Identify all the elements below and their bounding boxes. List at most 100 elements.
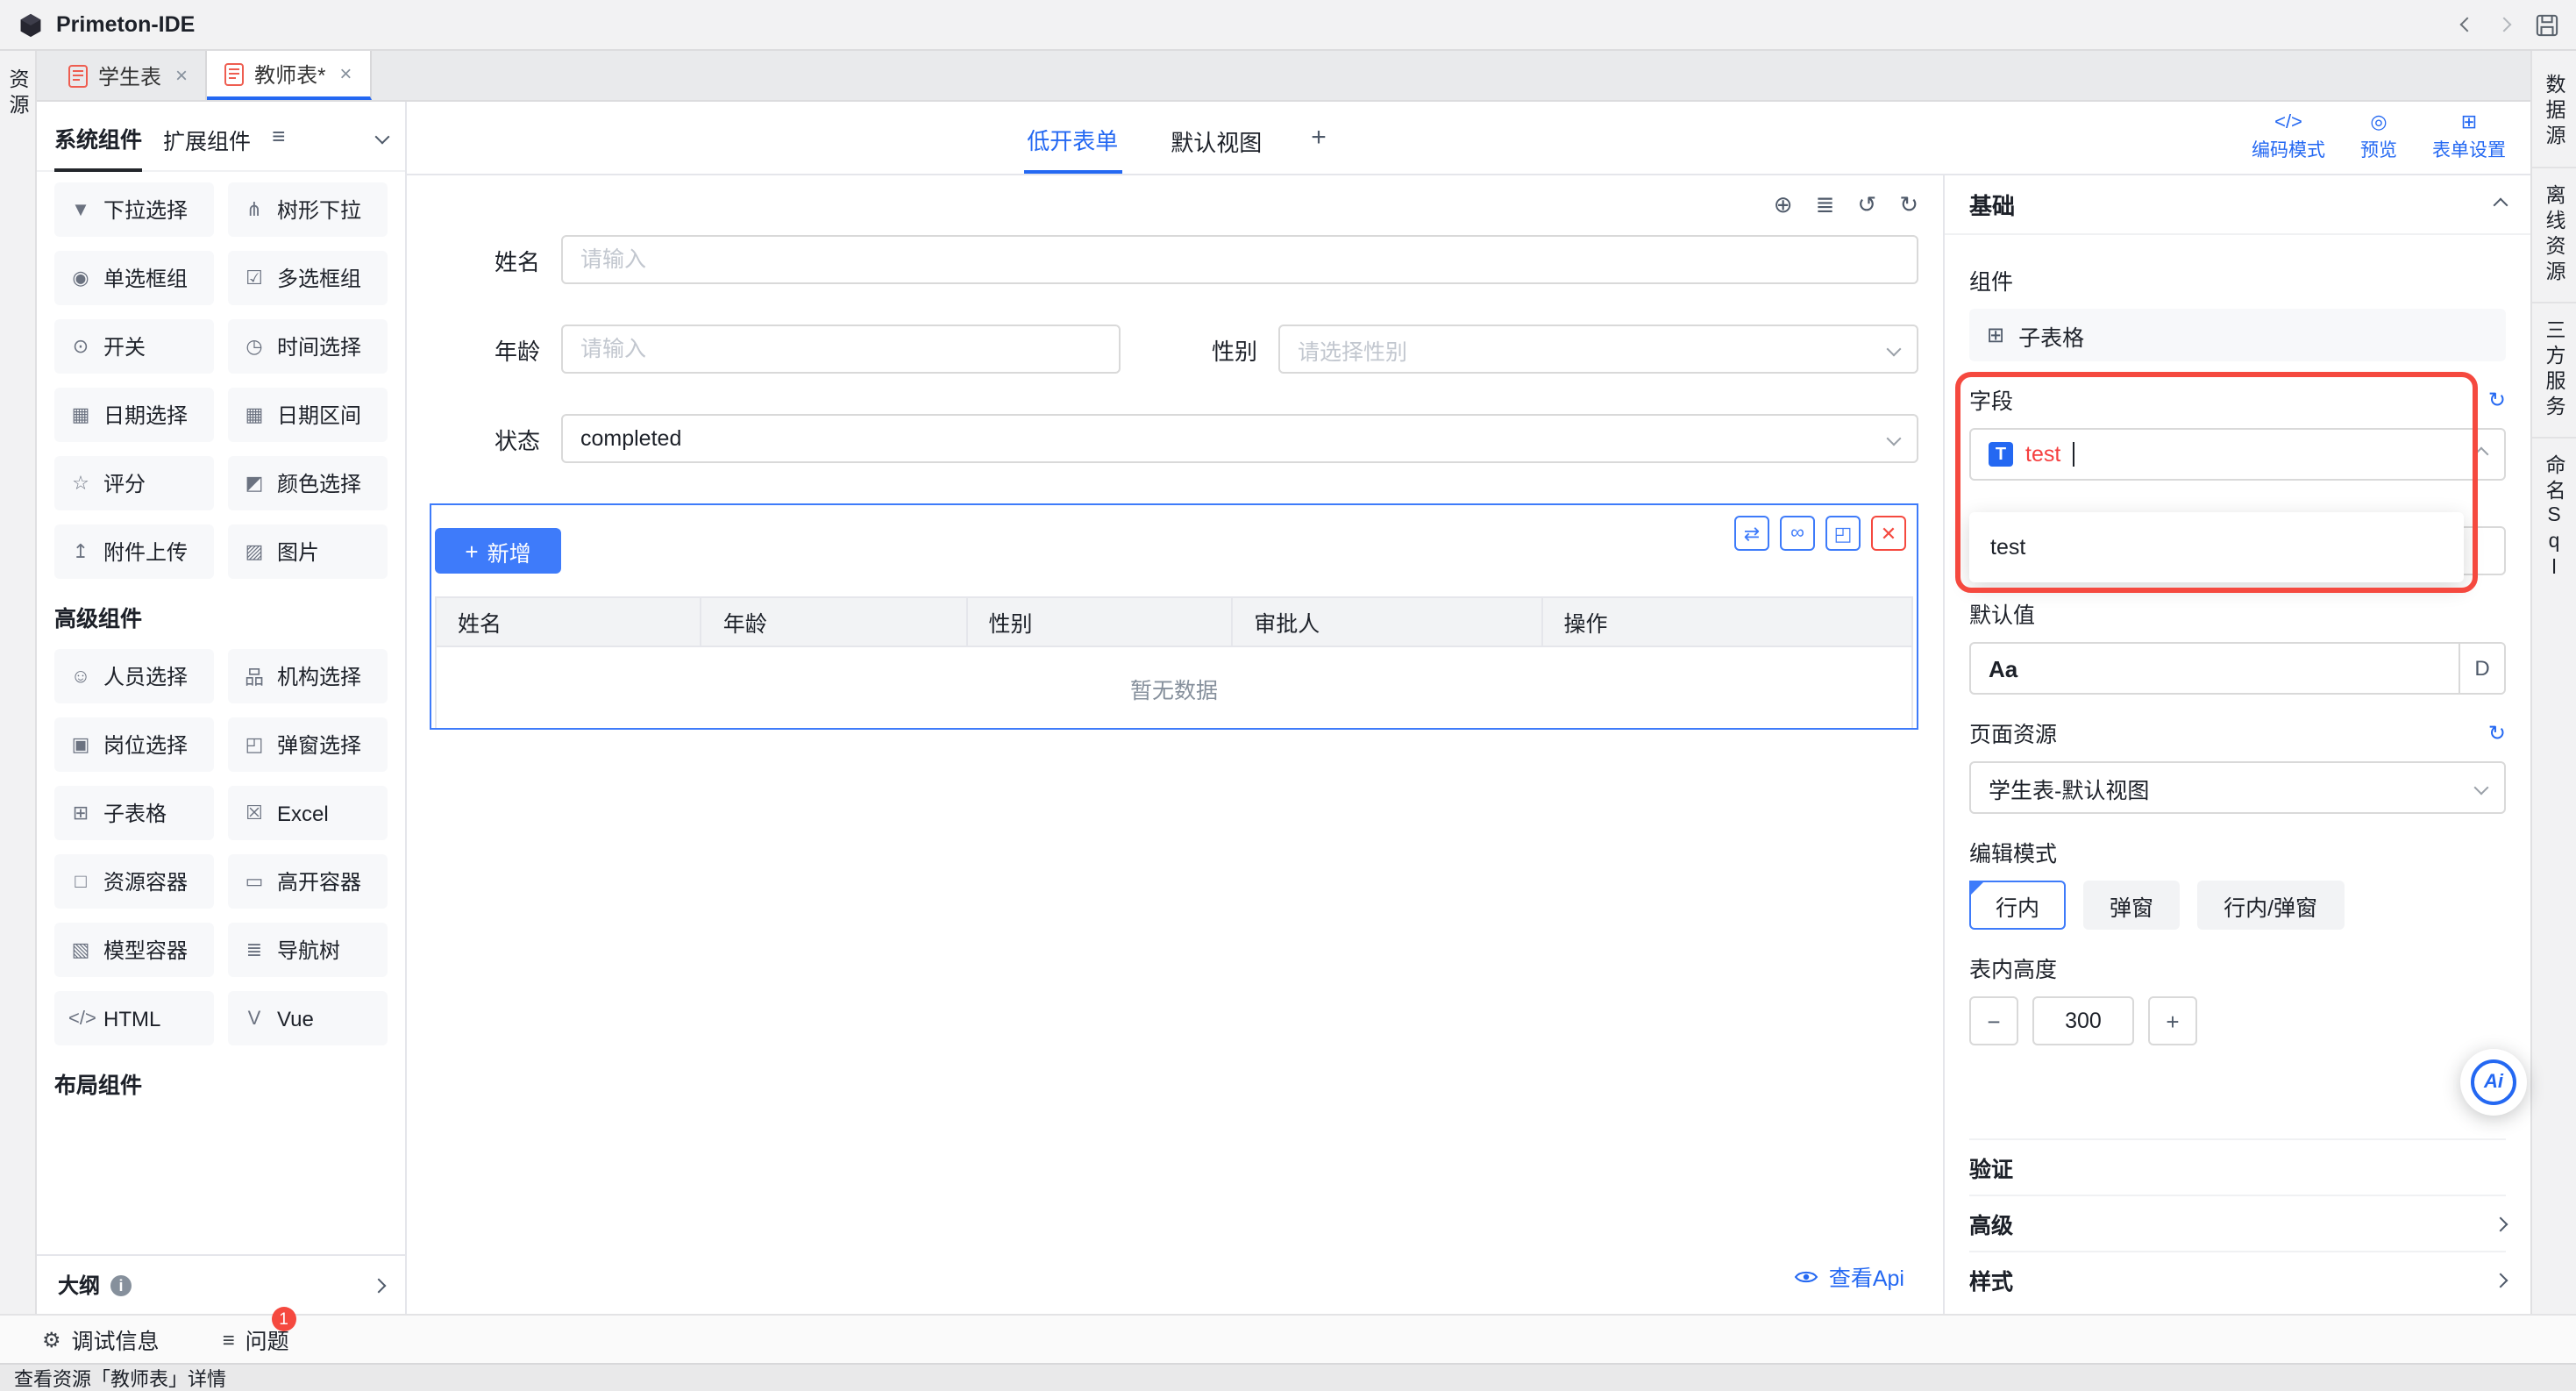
delete-icon[interactable]: ✕ bbox=[1871, 516, 1906, 551]
link-icon[interactable]: ∞ bbox=[1780, 516, 1815, 551]
close-icon[interactable]: × bbox=[339, 61, 352, 86]
palette-menu-icon[interactable]: ≡ bbox=[272, 123, 285, 149]
props-section-1[interactable]: 高级 bbox=[1969, 1195, 2506, 1251]
props-section-2[interactable]: 样式 bbox=[1969, 1251, 2506, 1307]
field-combobox[interactable]: T test bbox=[1969, 428, 2506, 481]
palette-item[interactable]: ▧模型容器 bbox=[54, 923, 214, 977]
palette-item-label: Excel bbox=[277, 801, 329, 825]
chevron-right-icon bbox=[372, 1278, 387, 1293]
field-label: 年龄 bbox=[407, 332, 561, 366]
view-tab-lowcode-form[interactable]: 低开表单 bbox=[1023, 103, 1121, 173]
sync-icon[interactable]: ⇄ bbox=[1734, 516, 1769, 551]
redo-icon[interactable]: ↻ bbox=[1899, 191, 1918, 219]
palette-item[interactable]: □资源容器 bbox=[54, 854, 214, 909]
default-value-suffix-button[interactable]: D bbox=[2459, 644, 2504, 693]
nav-back-icon[interactable] bbox=[2462, 19, 2473, 30]
palette-item[interactable]: ☑多选框组 bbox=[228, 251, 388, 305]
palette-item[interactable]: ⊙开关 bbox=[54, 319, 214, 374]
increment-button[interactable]: + bbox=[2148, 996, 2197, 1045]
page-resource-select[interactable]: 学生表-默认视图 bbox=[1969, 761, 2506, 814]
palette-tab-extension[interactable]: 扩展组件 bbox=[163, 103, 251, 169]
palette-item[interactable]: ≣导航树 bbox=[228, 923, 388, 977]
add-row-button[interactable]: + 新增 bbox=[435, 528, 561, 574]
subtable-component-selected[interactable]: ⇄∞◰✕ + 新增 姓名年龄性别审批人操作 暂无数据 bbox=[430, 503, 1918, 730]
globe-icon[interactable]: ⊕ bbox=[1774, 191, 1793, 219]
page-resource-label: 页面资源 ↻ bbox=[1969, 716, 2506, 749]
props-section-0[interactable]: 验证 bbox=[1969, 1138, 2506, 1195]
palette-item[interactable]: ↥附件上传 bbox=[54, 524, 214, 579]
dock-tab[interactable]: 三方服务 bbox=[2532, 303, 2576, 438]
close-icon[interactable]: × bbox=[175, 63, 188, 88]
palette-item[interactable]: ◷时间选择 bbox=[228, 319, 388, 374]
component-icon: ☒ bbox=[242, 802, 267, 824]
palette-item[interactable]: ▨图片 bbox=[228, 524, 388, 579]
palette-item[interactable]: ◩颜色选择 bbox=[228, 456, 388, 510]
form-canvas[interactable]: ⊕≣↺↻ 姓名 年龄 性别 请选择性别 bbox=[407, 175, 1943, 1314]
view-api-link[interactable]: 查看Api bbox=[1794, 1259, 1904, 1293]
palette-item[interactable]: ◰弹窗选择 bbox=[228, 717, 388, 772]
palette-collapse-icon[interactable] bbox=[375, 129, 390, 144]
edit-mode-option[interactable]: 弹窗 bbox=[2083, 881, 2180, 930]
palette-item-label: 资源容器 bbox=[103, 867, 188, 896]
sync-icon[interactable]: ↻ bbox=[2488, 720, 2506, 745]
palette-item[interactable]: ☒ Excel bbox=[228, 786, 388, 840]
table-height-value[interactable]: 300 bbox=[2032, 996, 2134, 1045]
default-value-input[interactable]: Aa D bbox=[1969, 642, 2506, 695]
debug-bar-item[interactable]: ⚙调试信息 bbox=[42, 1323, 160, 1356]
file-tabs: 学生表×教师表*× bbox=[37, 51, 2530, 102]
palette-item-label: 附件上传 bbox=[103, 537, 188, 567]
component-chip[interactable]: ⊞ 子表格 bbox=[1969, 309, 2506, 361]
outline-panel-header[interactable]: 大纲 i bbox=[37, 1254, 405, 1314]
palette-item[interactable]: ▣岗位选择 bbox=[54, 717, 214, 772]
dock-tab-label: 数据源 bbox=[2540, 74, 2568, 150]
palette-item[interactable]: ◉单选框组 bbox=[54, 251, 214, 305]
edit-mode-label: 编辑模式 bbox=[1969, 835, 2506, 868]
dropdown-option[interactable]: test bbox=[1969, 519, 2464, 575]
age-input[interactable] bbox=[561, 325, 1121, 374]
file-tab[interactable]: 教师表*× bbox=[207, 51, 371, 100]
page-resource-value: 学生表-默认视图 bbox=[1989, 771, 2149, 804]
add-view-button[interactable]: + bbox=[1311, 123, 1327, 153]
dock-tab[interactable]: 数据源 bbox=[2532, 58, 2576, 168]
edit-mode-options: 行内弹窗行内/弹窗 bbox=[1969, 881, 2506, 930]
form-settings-button[interactable]: ⊞表单设置 bbox=[2432, 112, 2506, 163]
palette-item[interactable]: </>HTML bbox=[54, 991, 214, 1045]
palette-tab-system[interactable]: 系统组件 bbox=[54, 101, 142, 171]
copy-icon[interactable]: ◰ bbox=[1825, 516, 1861, 551]
palette-item-label: HTML bbox=[103, 1006, 160, 1031]
palette-item[interactable]: ☆评分 bbox=[54, 456, 214, 510]
save-icon[interactable] bbox=[2536, 13, 2558, 36]
code-mode-button[interactable]: </>编码模式 bbox=[2252, 112, 2325, 163]
debug-bar-item[interactable]: ≡问题1 bbox=[223, 1323, 289, 1356]
decrement-button[interactable]: − bbox=[1969, 996, 2018, 1045]
nav-forward-icon[interactable] bbox=[2499, 19, 2509, 30]
palette-item[interactable]: ▦日期选择 bbox=[54, 388, 214, 442]
palette-item[interactable]: ☺人员选择 bbox=[54, 649, 214, 703]
dock-tab[interactable]: 离线资源 bbox=[2532, 168, 2576, 303]
outline-tree-icon[interactable]: ≣ bbox=[1816, 191, 1835, 219]
view-tab-default-view[interactable]: 默认视图 bbox=[1167, 104, 1265, 171]
resources-vertical-tab[interactable]: 资源 bbox=[4, 68, 32, 119]
status-select[interactable]: completed bbox=[561, 414, 1918, 463]
collapse-panel-icon[interactable] bbox=[2494, 197, 2508, 212]
form-toolbar: 低开表单 默认视图 + </>编码模式 ◎预览 ⊞表单设置 bbox=[407, 102, 2530, 175]
name-input[interactable] bbox=[561, 235, 1918, 284]
preview-button[interactable]: ◎预览 bbox=[2360, 112, 2397, 163]
edit-mode-option[interactable]: 行内/弹窗 bbox=[2197, 881, 2344, 930]
palette-item[interactable]: ▦日期区间 bbox=[228, 388, 388, 442]
palette-item[interactable]: VVue bbox=[228, 991, 388, 1045]
palette-item[interactable]: 品机构选择 bbox=[228, 649, 388, 703]
edit-mode-option[interactable]: 行内 bbox=[1969, 881, 2066, 930]
sync-icon[interactable]: ↻ bbox=[2488, 387, 2506, 411]
file-tab[interactable]: 学生表× bbox=[51, 51, 207, 100]
palette-item[interactable]: ⊞子表格 bbox=[54, 786, 214, 840]
dock-tab[interactable]: 命名Sql bbox=[2532, 438, 2576, 599]
palette-item[interactable]: ▼下拉选择 bbox=[54, 182, 214, 237]
gender-select[interactable]: 请选择性别 bbox=[1278, 325, 1918, 374]
undo-icon[interactable]: ↺ bbox=[1857, 191, 1876, 219]
subtable-column-header: 姓名 bbox=[437, 598, 702, 646]
ai-assistant-button[interactable]: Ai bbox=[2460, 1049, 2527, 1116]
palette-item[interactable]: ▭高开容器 bbox=[228, 854, 388, 909]
palette-item[interactable]: ⋔树形下拉 bbox=[228, 182, 388, 237]
component-palette: 系统组件 扩展组件 ≡ ▼下拉选择 ⋔树形下拉 ◉单选框组 ☑多选框组 ⊙开关 ◷时间选择… bbox=[37, 102, 407, 1314]
